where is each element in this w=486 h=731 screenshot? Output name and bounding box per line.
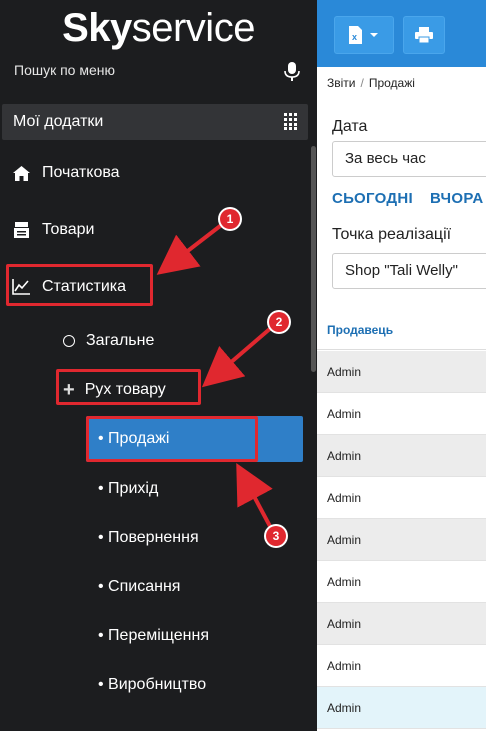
annotation-badge: 2 (269, 312, 289, 332)
annotation-badge: 3 (266, 526, 286, 546)
annotation-arrows (156, 221, 274, 531)
annotation-badge: 1 (220, 209, 240, 229)
